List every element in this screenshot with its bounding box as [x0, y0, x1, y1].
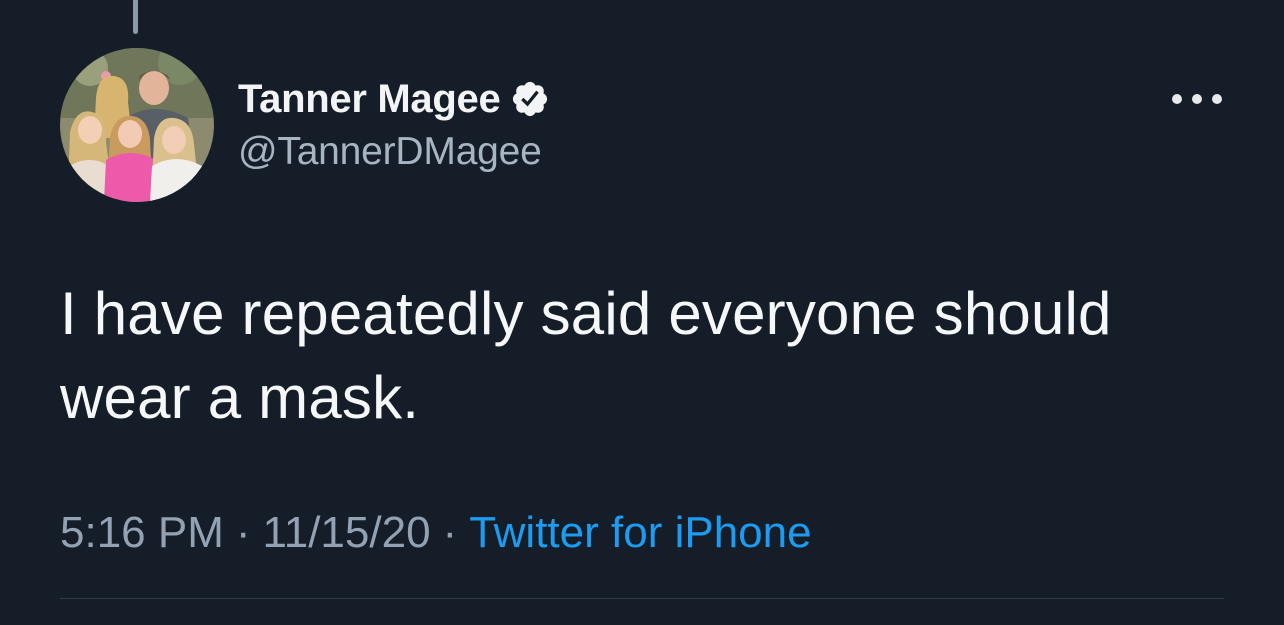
tweet-date[interactable]: 11/15/20 — [263, 508, 431, 557]
meta-separator: · — [442, 508, 458, 557]
more-options-icon[interactable] — [1172, 86, 1222, 112]
tweet-metadata: 5:16 PM · 11/15/20 · Twitter for iPhone — [60, 508, 812, 558]
author-display-name[interactable]: Tanner Magee — [238, 77, 501, 122]
tweet-author: Tanner Magee @TannerDMagee — [238, 74, 550, 174]
avatar[interactable] — [60, 48, 214, 202]
author-name-row: Tanner Magee — [238, 74, 550, 124]
thread-connector-line — [133, 0, 138, 34]
more-dot — [1192, 94, 1202, 104]
tweet-text: I have repeatedly said everyone should w… — [60, 280, 1112, 431]
more-dot — [1212, 94, 1222, 104]
verified-badge-icon — [510, 79, 550, 119]
author-handle[interactable]: @TannerDMagee — [238, 130, 550, 174]
more-dot — [1172, 94, 1182, 104]
avatar-image — [60, 48, 214, 202]
meta-separator: · — [235, 508, 251, 557]
divider — [60, 598, 1224, 599]
tweet-source-link[interactable]: Twitter for iPhone — [469, 508, 811, 557]
tweet-time[interactable]: 5:16 PM — [60, 508, 224, 557]
